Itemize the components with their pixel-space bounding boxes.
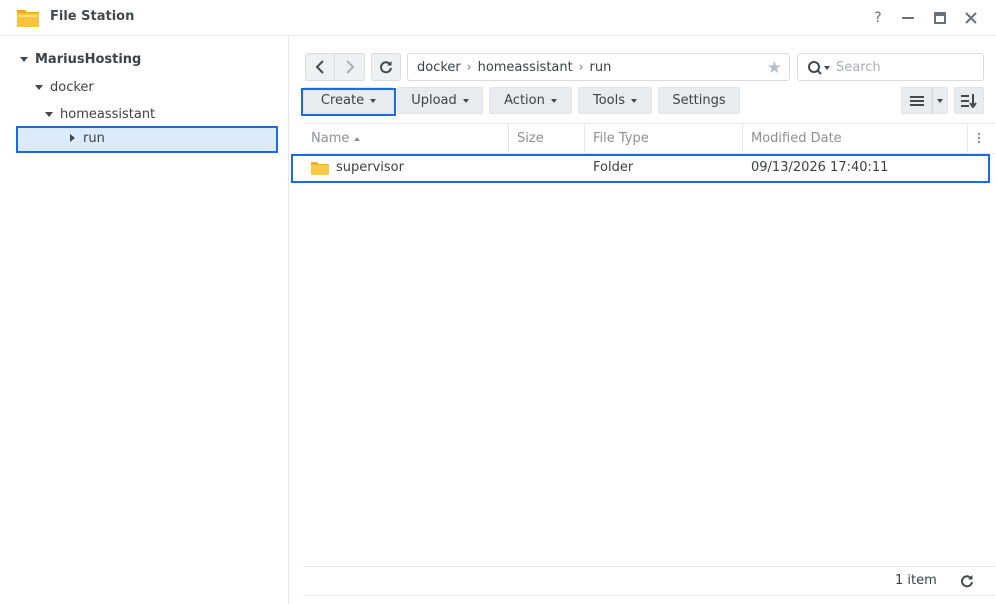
dropdown-caret-icon [462, 98, 469, 103]
list-view-icon [909, 95, 924, 106]
refresh-icon[interactable] [960, 574, 974, 588]
tree-item-label: homeassistant [60, 106, 156, 122]
sort-icon [961, 93, 977, 108]
minimize-icon[interactable] [898, 8, 918, 28]
table-row[interactable]: supervisor Folder 09/13/2026 17:40:11 [291, 154, 990, 183]
file-modified-date: 09/13/2026 17:40:11 [751, 160, 889, 175]
status-footer: 1 item [303, 566, 995, 596]
column-file-type-label: File Type [593, 131, 649, 146]
chevron-left-icon [315, 60, 324, 74]
folder-icon [311, 162, 329, 175]
item-count: 1 item [895, 573, 937, 588]
file-type: Folder [593, 160, 634, 175]
expand-caret-icon[interactable] [20, 56, 28, 62]
tree-root-label: MariusHosting [35, 51, 142, 67]
file-name: supervisor [336, 160, 404, 175]
expand-caret-icon[interactable] [70, 134, 75, 142]
view-options-button[interactable] [932, 87, 948, 114]
column-name-label: Name [311, 131, 350, 146]
action-button[interactable]: Action [489, 87, 572, 114]
column-size-label: Size [517, 131, 544, 146]
maximize-icon[interactable] [930, 8, 950, 28]
file-station-icon [17, 10, 39, 27]
tree-item-homeassistant[interactable]: homeassistant [45, 102, 155, 126]
dropdown-caret-icon [550, 98, 557, 103]
tree-item-label: docker [50, 79, 94, 95]
expand-caret-icon[interactable] [45, 111, 53, 117]
dropdown-caret-icon [370, 98, 377, 103]
action-label: Action [504, 93, 545, 108]
folder-tree: MariusHosting docker homeassistant run [0, 37, 289, 604]
tree-item-run[interactable]: run [70, 126, 105, 150]
create-label: Create [320, 93, 365, 108]
tree-item-root[interactable]: MariusHosting [20, 47, 141, 71]
favorite-star-icon[interactable]: ★ [767, 58, 782, 78]
dropdown-caret-icon [937, 98, 943, 103]
column-header-modified-date[interactable]: Modified Date [743, 124, 968, 153]
close-icon[interactable] [961, 8, 981, 28]
column-header-name[interactable]: Name [303, 124, 509, 153]
search-icon[interactable] [807, 60, 831, 76]
tree-item-docker[interactable]: docker [35, 75, 94, 99]
column-options-icon[interactable] [973, 130, 985, 146]
settings-button[interactable]: Settings [658, 87, 740, 114]
sort-ascending-icon [354, 136, 361, 141]
upload-button[interactable]: Upload [397, 87, 483, 114]
refresh-icon [380, 61, 392, 74]
search-input[interactable] [836, 58, 976, 76]
help-icon[interactable]: ? [868, 8, 888, 28]
breadcrumb-run[interactable]: run [590, 60, 612, 75]
column-header-file-type[interactable]: File Type [585, 124, 743, 153]
title-bar: File Station ? [0, 0, 996, 36]
breadcrumb-homeassistant[interactable]: homeassistant [478, 60, 573, 75]
window-title: File Station [50, 9, 135, 24]
forward-button[interactable] [335, 53, 365, 81]
tree-selection-highlight [16, 126, 278, 153]
chevron-right-icon [345, 60, 354, 74]
list-view-button[interactable] [901, 87, 932, 114]
settings-label: Settings [672, 93, 726, 108]
create-button[interactable]: Create [303, 87, 394, 114]
file-table-header: Name Size File Type Modified Date [303, 123, 995, 154]
tree-item-label: run [83, 130, 105, 146]
upload-label: Upload [411, 93, 457, 108]
breadcrumb-separator-icon: › [578, 60, 584, 74]
sort-button[interactable] [954, 87, 984, 114]
path-breadcrumb[interactable]: docker › homeassistant › run ★ [407, 53, 790, 81]
breadcrumb-separator-icon: › [466, 60, 472, 74]
breadcrumb-docker[interactable]: docker [417, 60, 461, 75]
column-header-size[interactable]: Size [509, 124, 585, 153]
tools-label: Tools [592, 93, 626, 108]
column-modified-date-label: Modified Date [751, 131, 842, 146]
expand-caret-icon[interactable] [35, 84, 43, 90]
tools-button[interactable]: Tools [578, 87, 652, 114]
refresh-button[interactable] [371, 53, 401, 81]
back-button[interactable] [305, 53, 335, 81]
dropdown-caret-icon [631, 98, 638, 103]
search-box[interactable] [797, 53, 984, 81]
